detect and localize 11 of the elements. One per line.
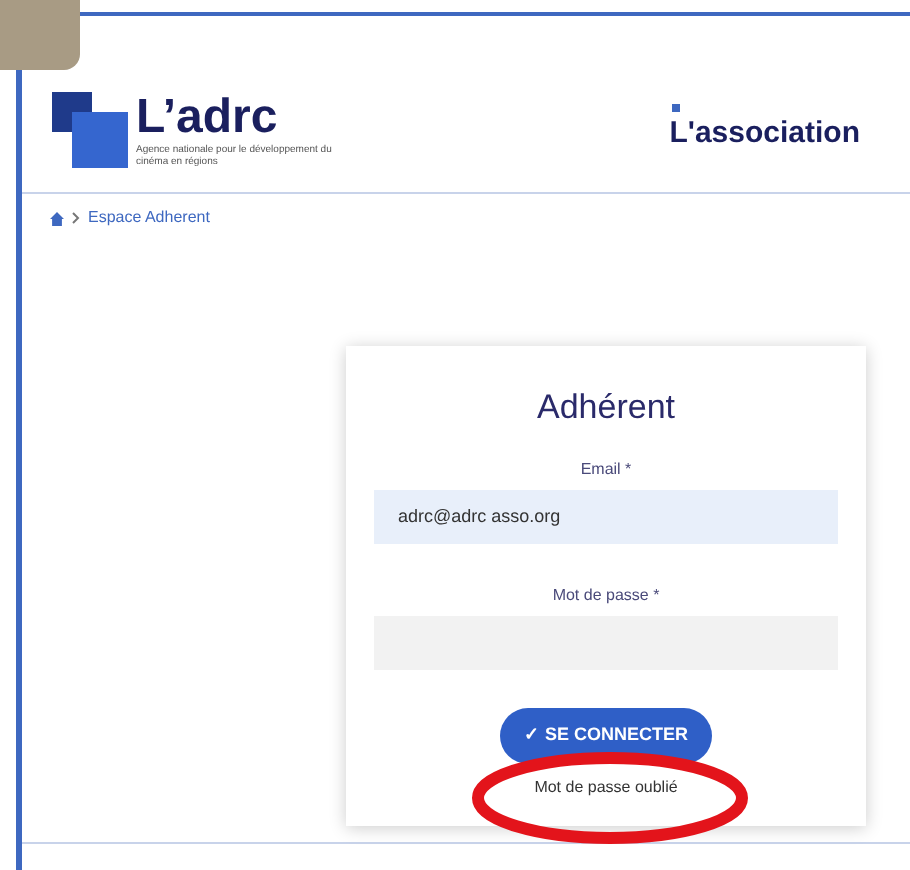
logo-icon xyxy=(52,92,128,168)
chevron-icon xyxy=(72,212,80,224)
password-label: Mot de passe * xyxy=(552,583,660,607)
breadcrumb-current: Espace Adherent xyxy=(88,206,210,230)
card-title: Adhérent xyxy=(537,386,675,430)
logo-name: L’adrc xyxy=(136,92,280,144)
forgot-password-link[interactable]: Mot de passe oublié xyxy=(534,775,678,799)
home-icon[interactable] xyxy=(50,211,64,225)
email-label: Email * xyxy=(580,457,632,481)
email-field[interactable]: adrc@adrc asso.org xyxy=(374,489,838,543)
nav-link[interactable]: L'association xyxy=(669,111,860,157)
